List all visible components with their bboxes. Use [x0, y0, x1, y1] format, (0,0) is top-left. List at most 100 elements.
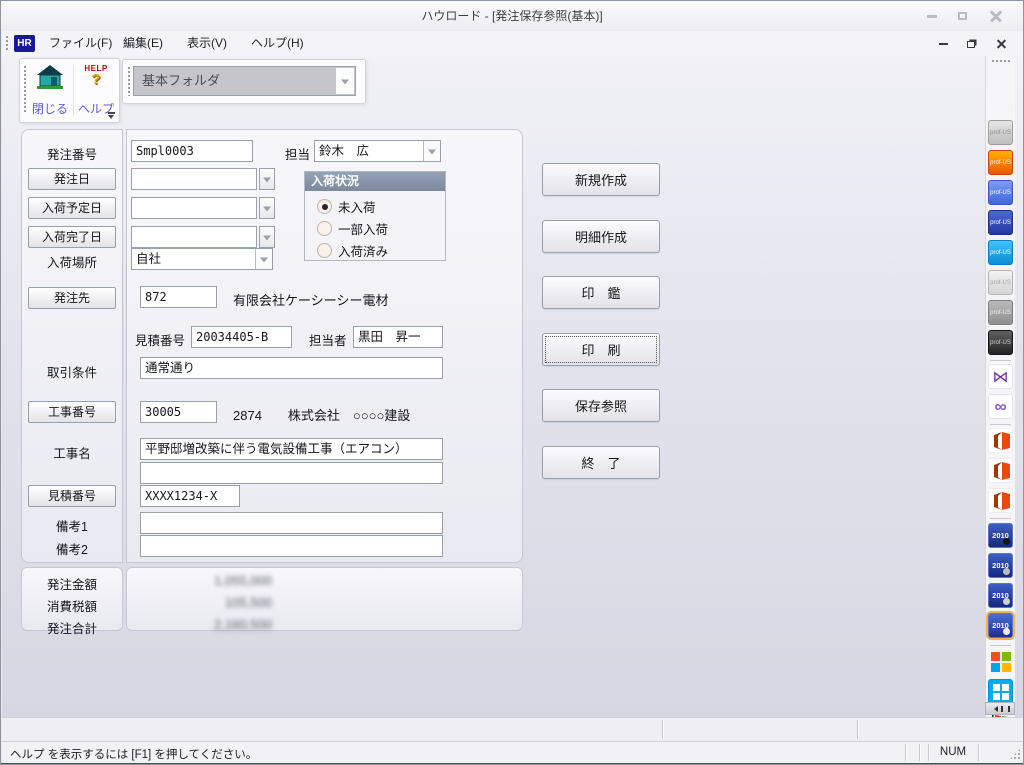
close-icon: [989, 9, 1003, 23]
new-create-button[interactable]: 新規作成: [542, 163, 660, 196]
arrival-done-dropdown-button[interactable]: [259, 226, 275, 248]
app-icon: HR: [14, 35, 35, 52]
quote-no-field[interactable]: 20034405-B: [191, 326, 292, 348]
remark2-label: 備考2: [21, 539, 123, 558]
windows10-icon[interactable]: [988, 679, 1013, 704]
strip-divider: [662, 720, 663, 739]
supplier-code-field[interactable]: 872: [140, 286, 217, 308]
toolbar-overflow-icon[interactable]: [107, 112, 116, 120]
radio-partial-arrival[interactable]: [317, 221, 332, 236]
scroll-bars-icon: [1001, 706, 1010, 712]
arrival-due-dropdown-button[interactable]: [259, 197, 275, 219]
print-button[interactable]: 印 刷: [542, 333, 660, 366]
order-date-field[interactable]: [131, 168, 257, 190]
office-app-icon[interactable]: [988, 458, 1013, 483]
windows-logo: [993, 684, 1009, 700]
order-date-button[interactable]: 発注日: [28, 168, 116, 190]
resize-grip[interactable]: [1009, 748, 1021, 760]
grand-total-label: 発注合計: [21, 618, 123, 637]
close-window-button[interactable]: 閉じる: [28, 62, 72, 119]
close-button-label: 閉じる: [28, 100, 72, 117]
vs2010-icon[interactable]: 2010: [988, 523, 1013, 548]
exit-button[interactable]: 終 了: [542, 446, 660, 479]
arrival-place-value: 自社: [136, 252, 161, 266]
terms-field[interactable]: 通常通り: [140, 357, 443, 379]
remark1-field[interactable]: [140, 512, 443, 534]
folder-select-value: 基本フォルダ: [142, 73, 220, 88]
estimate-no-field[interactable]: XXXX1234-X: [140, 485, 240, 507]
project-no-field[interactable]: 30005: [140, 401, 217, 423]
vs2010-icon-selected[interactable]: 2010: [988, 613, 1013, 638]
status-divider: [978, 744, 979, 761]
triangle-glyph: [428, 150, 436, 155]
window-restore-button[interactable]: [949, 8, 975, 24]
order-date-dropdown-button[interactable]: [259, 168, 275, 190]
quote-no-label: 見積番号: [135, 330, 185, 349]
window-minimize-button[interactable]: [919, 8, 945, 24]
vs-infinity-icon[interactable]: ∞: [988, 394, 1013, 419]
radio-arrived[interactable]: [317, 243, 332, 258]
chevron-down-icon[interactable]: [255, 249, 272, 269]
menubar-grip[interactable]: [5, 35, 9, 52]
profus-light-icon[interactable]: prof-US: [988, 270, 1013, 295]
close-icon: [996, 39, 1007, 50]
chevron-down-icon[interactable]: [335, 68, 354, 94]
child-restore-button[interactable]: [960, 36, 982, 52]
vs2010-icon[interactable]: 2010: [988, 553, 1013, 578]
dock-scroll-button[interactable]: [985, 702, 1015, 715]
profus-darkblue-icon[interactable]: prof-US: [988, 210, 1013, 235]
client-text: 2874 株式会社 ○○○○建設: [233, 405, 410, 424]
detail-create-button[interactable]: 明細作成: [542, 220, 660, 253]
office-app-icon[interactable]: [988, 488, 1013, 513]
profus-grey-icon[interactable]: prof-US: [988, 120, 1013, 145]
estimate-no-button[interactable]: 見積番号: [28, 485, 116, 507]
order-no-field[interactable]: Smpl0003: [131, 140, 253, 162]
child-close-button[interactable]: [990, 36, 1012, 52]
radio-label: 一部入荷: [338, 223, 388, 237]
menu-help[interactable]: ヘルプ(H): [242, 31, 313, 56]
blurred-grand-total: 2,160,500: [140, 617, 272, 632]
menu-view[interactable]: 表示(V): [178, 31, 236, 56]
restore-icon: [967, 41, 975, 48]
child-minimize-button[interactable]: [932, 36, 954, 52]
profus-dark-icon[interactable]: prof-US: [988, 330, 1013, 355]
profus-cyan-icon[interactable]: prof-US: [988, 240, 1013, 265]
dock-grip[interactable]: [991, 59, 1011, 63]
save-reference-button[interactable]: 保存参照: [542, 389, 660, 422]
menu-edit[interactable]: 編集(E): [114, 31, 172, 56]
profus-blue-icon[interactable]: prof-US: [988, 180, 1013, 205]
office-app-icon[interactable]: [988, 428, 1013, 453]
chevron-down-icon[interactable]: [423, 141, 440, 161]
microsoft-logo-icon[interactable]: [988, 649, 1013, 674]
arrival-place-select[interactable]: 自社: [131, 248, 273, 270]
profus-orange-icon[interactable]: prof-US: [988, 150, 1013, 175]
menu-file[interactable]: ファイル(F): [40, 31, 121, 56]
contact-field[interactable]: 黒田 昇一: [353, 326, 443, 348]
title-bar: ハウロード - [発注保存参照(基本)]: [1, 1, 1023, 31]
help-button[interactable]: HELP ? ヘルプ: [74, 62, 118, 119]
radio-row: 一部入荷: [317, 219, 388, 235]
arrival-due-button[interactable]: 入荷予定日: [28, 197, 116, 219]
arrival-done-button[interactable]: 入荷完了日: [28, 226, 116, 248]
status-dot: [1003, 628, 1010, 635]
radio-not-arrived[interactable]: [317, 199, 332, 214]
folder-select[interactable]: 基本フォルダ: [133, 66, 356, 96]
toolbar-grip[interactable]: [23, 65, 27, 113]
menu-bar: HR ファイル(F) 編集(E) 表示(V) ヘルプ(H): [2, 31, 1024, 57]
staff-select[interactable]: 鈴木 広: [314, 140, 441, 162]
arrival-done-field[interactable]: [131, 226, 257, 248]
dock-divider: [990, 518, 1011, 522]
project-no-button[interactable]: 工事番号: [28, 401, 116, 423]
vs2010-icon[interactable]: 2010: [988, 583, 1013, 608]
visual-studio-icon[interactable]: ⋈: [988, 364, 1013, 389]
remark2-field[interactable]: [140, 535, 443, 557]
profus-grey2-icon[interactable]: prof-US: [988, 300, 1013, 325]
project-name-field[interactable]: 平野邸増改築に伴う電気設備工事（エアコン）: [140, 438, 443, 460]
project-name2-field[interactable]: [140, 462, 443, 484]
window-close-button[interactable]: [983, 8, 1009, 24]
seal-button[interactable]: 印 鑑: [542, 276, 660, 309]
supplier-button[interactable]: 発注先: [28, 287, 116, 309]
arrival-due-field[interactable]: [131, 197, 257, 219]
radio-row: 入荷済み: [317, 241, 388, 257]
toolbar-grip[interactable]: [127, 66, 131, 96]
